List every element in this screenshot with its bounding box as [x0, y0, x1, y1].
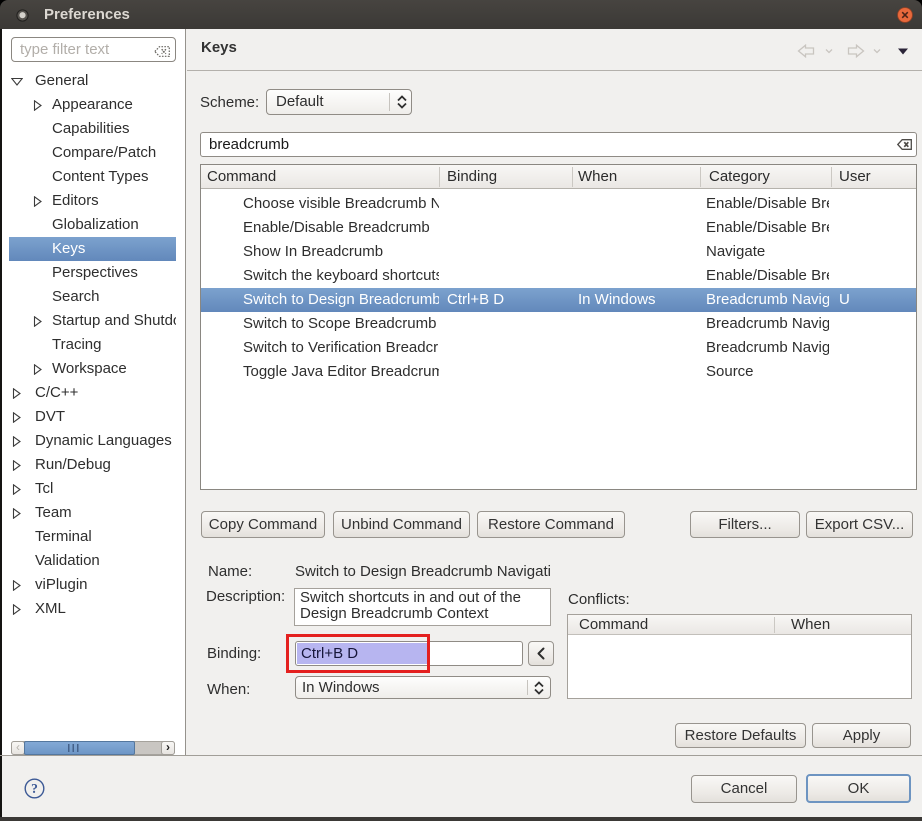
svg-text:?: ? — [31, 781, 38, 796]
